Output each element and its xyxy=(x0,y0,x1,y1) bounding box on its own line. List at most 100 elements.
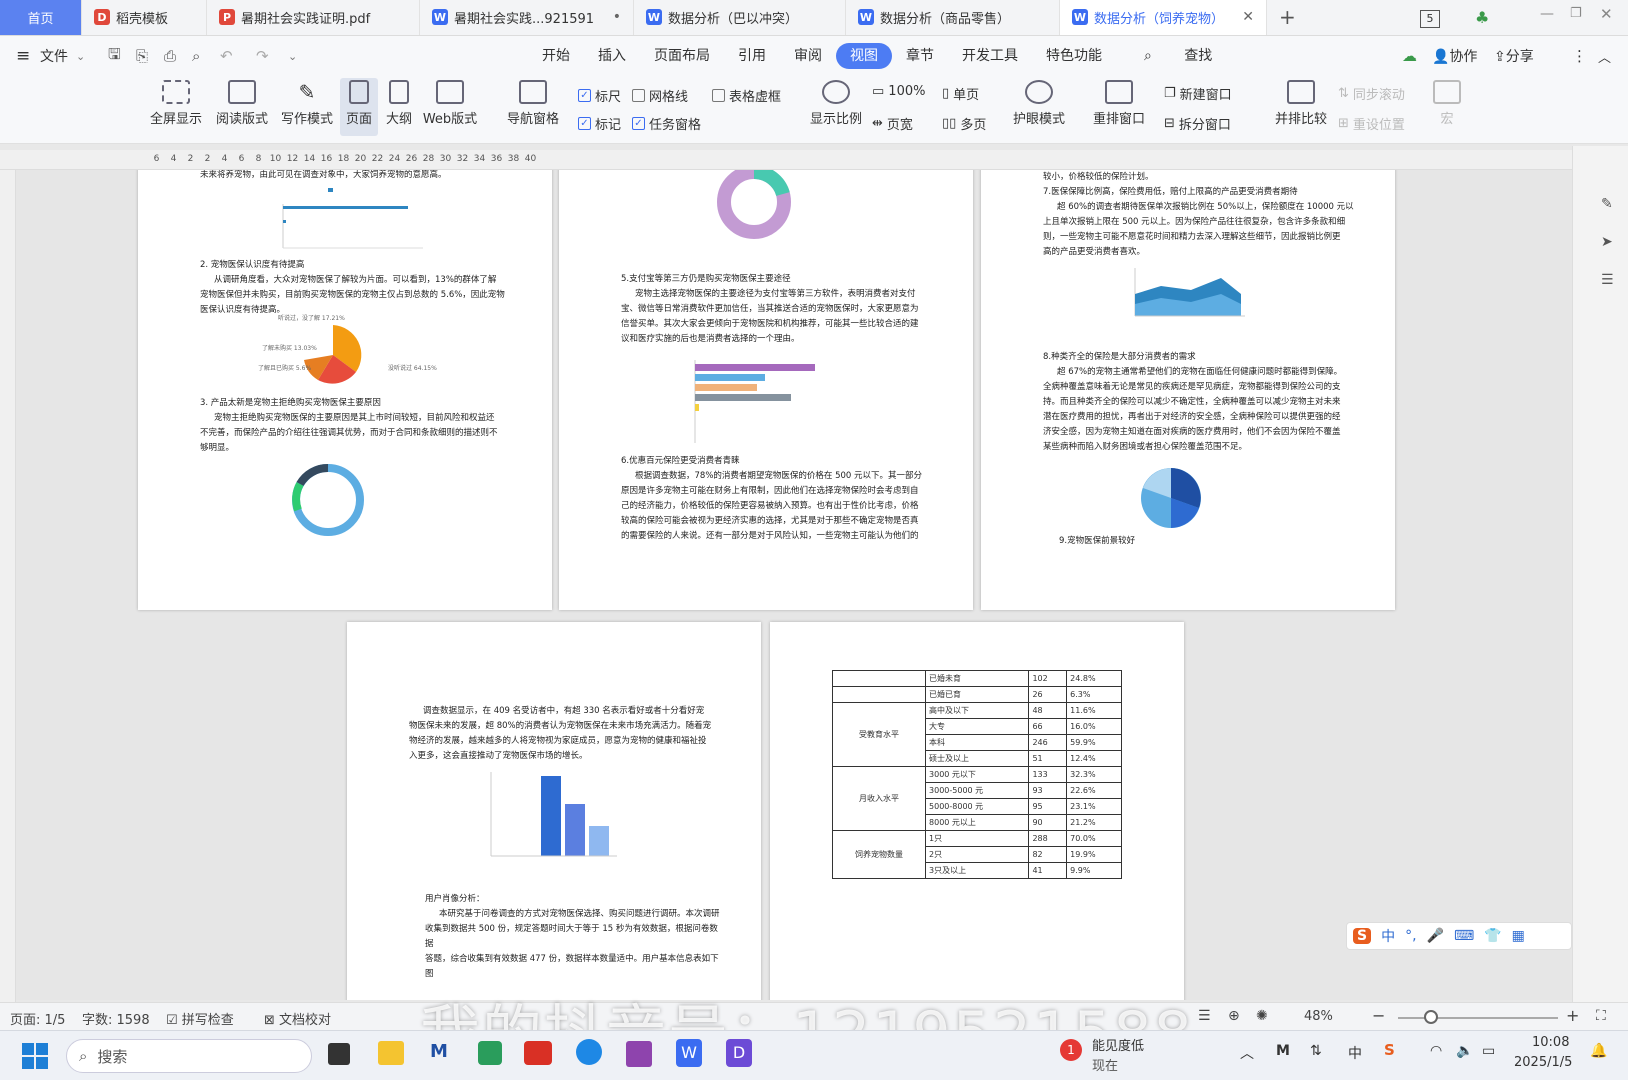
page-width-button[interactable]: ⇹ 页宽 xyxy=(872,114,913,133)
zoom-button[interactable]: 显示比例 xyxy=(806,80,866,127)
winrar-icon[interactable] xyxy=(626,1041,652,1067)
macro-button[interactable]: 宏 xyxy=(1432,80,1462,127)
page-4[interactable]: 调查数据显示，在 409 名受访者中，有超 330 名表示看好或者十分看好宠 物… xyxy=(347,622,761,1000)
tray-m-icon[interactable]: M xyxy=(1276,1043,1290,1059)
minimize-icon[interactable]: — xyxy=(1540,6,1554,22)
hamburger-icon[interactable]: ≡ xyxy=(16,46,30,66)
tab-home[interactable]: 首页 xyxy=(0,0,82,35)
spell-check-button[interactable]: ☑ 拼写检查 xyxy=(166,1009,234,1028)
share-button[interactable]: ⇪分享 xyxy=(1494,46,1534,66)
page-indicator[interactable]: 页面: 1/5 xyxy=(10,1009,65,1028)
tab-doc-practice[interactable]: W 暑期社会实践...921591 • xyxy=(420,0,634,35)
store-icon[interactable] xyxy=(478,1041,502,1065)
clock-date[interactable]: 2025/1/5 xyxy=(1514,1055,1572,1070)
print-icon[interactable]: ⎙ xyxy=(164,47,176,65)
menu-layout[interactable]: 页面布局 xyxy=(640,43,724,69)
single-page-button[interactable]: ▯ 单页 xyxy=(942,84,979,103)
reading-mode-button[interactable]: 阅读版式 xyxy=(212,80,272,127)
save-icon[interactable]: 🖫 xyxy=(108,44,121,69)
page-1[interactable]: 未来将养宠物，由此可见在调查对象中，大家饲养宠物的意愿高。 2. 宠物医保认识度… xyxy=(138,170,552,610)
file-explorer-icon[interactable] xyxy=(378,1041,404,1065)
table-grid-checkbox[interactable]: 表格虚框 xyxy=(712,86,781,105)
ime-toolbar[interactable]: S 中 °, 🎤 ⌨ 👕 ▦ xyxy=(1346,922,1572,950)
tray-sogou-icon[interactable]: S xyxy=(1384,1041,1395,1059)
clock-time[interactable]: 10:08 xyxy=(1532,1035,1569,1050)
cloud-sync-icon[interactable]: ☁ xyxy=(1402,47,1417,65)
new-tab-button[interactable]: + xyxy=(1267,0,1312,35)
restore-icon[interactable]: ❐ xyxy=(1570,6,1582,21)
gridlines-checkbox[interactable]: 网格线 xyxy=(632,86,688,105)
weather-alert-icon[interactable]: 1 xyxy=(1060,1039,1082,1061)
edge-icon[interactable] xyxy=(576,1039,602,1065)
chevron-down-icon[interactable]: ⌄ xyxy=(76,50,85,63)
volume-icon[interactable]: 🔈 xyxy=(1456,1043,1473,1059)
huawei-icon[interactable] xyxy=(524,1041,552,1065)
document-workspace[interactable]: 未来将养宠物，由此可见在调查对象中，大家饲养宠物的意愿高。 2. 宠物医保认识度… xyxy=(16,170,1572,1000)
weather-title[interactable]: 能见度低 xyxy=(1092,1035,1144,1054)
zoom-in-button[interactable]: + xyxy=(1566,1006,1579,1025)
menu-review[interactable]: 审阅 xyxy=(780,43,836,69)
task-pane-checkbox[interactable]: ✓ 任务窗格 xyxy=(632,114,701,133)
globe-icon[interactable]: ⊕ xyxy=(1228,1008,1240,1024)
menu-developer[interactable]: 开发工具 xyxy=(948,43,1032,69)
export-icon[interactable]: ⎘ xyxy=(136,47,148,65)
pen-icon[interactable]: ✎ xyxy=(1601,196,1613,212)
menu-references[interactable]: 引用 xyxy=(724,43,780,69)
tray-ime-icon[interactable]: 中 xyxy=(1348,1043,1362,1063)
zoom-slider[interactable] xyxy=(1398,1017,1558,1019)
fit-window-icon[interactable]: ⛶ xyxy=(1596,1008,1606,1024)
zoom-slider-handle[interactable] xyxy=(1424,1010,1438,1024)
chevron-up-icon[interactable]: ︿ xyxy=(1240,1043,1254,1063)
vertical-ruler[interactable] xyxy=(0,170,16,1010)
task-view-icon[interactable] xyxy=(328,1043,350,1065)
menu-home[interactable]: 开始 xyxy=(528,43,584,69)
menu-find[interactable]: ⌕ 查找 xyxy=(1116,43,1240,69)
tab-doc-retail[interactable]: W 数据分析（商品零售） xyxy=(846,0,1060,35)
menu-chapter[interactable]: 章节 xyxy=(892,43,948,69)
collapse-ribbon-icon[interactable]: ︿ xyxy=(1598,47,1611,66)
sync-scroll-button[interactable]: ⇅ 同步滚动 xyxy=(1338,84,1405,103)
page-view-button[interactable]: 页面 xyxy=(340,78,378,136)
marks-checkbox[interactable]: ✓ 标记 xyxy=(578,114,621,133)
split-window-button[interactable]: ⊟ 拆分窗口 xyxy=(1164,114,1231,133)
collab-button[interactable]: 👤协作 xyxy=(1432,46,1477,66)
eye-care-icon[interactable]: ✺ xyxy=(1256,1008,1268,1024)
redo-icon[interactable]: ↷ xyxy=(256,47,269,65)
menu-insert[interactable]: 插入 xyxy=(584,43,640,69)
tray-settings-icon[interactable]: ⇅ xyxy=(1310,1043,1322,1059)
app-m-icon[interactable]: M xyxy=(430,1041,448,1062)
tab-count-badge[interactable]: 5 xyxy=(1420,10,1440,28)
horizontal-ruler[interactable]: 6 4 2 2 4 6 8 10 12 14 16 18 20 22 24 26 28 30 32 34 36 38 40 xyxy=(0,150,1628,170)
undo-icon[interactable]: ↶ xyxy=(220,47,233,65)
battery-icon[interactable]: ▭ xyxy=(1482,1043,1495,1059)
settings-sliders-icon[interactable]: ☰ xyxy=(1601,272,1614,288)
doc-compare-button[interactable]: ⊠ 文档校对 xyxy=(264,1009,331,1028)
outline-button[interactable]: 大纲 xyxy=(382,80,416,127)
multi-page-button[interactable]: ▯▯ 多页 xyxy=(942,114,986,133)
zoom-100-button[interactable]: ▭ 100% xyxy=(872,84,925,99)
tab-doc-conflict[interactable]: W 数据分析（巴以冲突） xyxy=(634,0,846,35)
reset-position-button[interactable]: ⊞ 重设位置 xyxy=(1338,114,1405,133)
word-count[interactable]: 字数: 1598 xyxy=(82,1009,150,1028)
customize-icon[interactable]: ⌄ xyxy=(288,50,297,63)
tab-docer[interactable]: D 稻壳模板 xyxy=(82,0,207,35)
zoom-out-button[interactable]: − xyxy=(1372,1006,1385,1025)
side-by-side-button[interactable]: 并排比较 xyxy=(1270,80,1332,127)
more-icon[interactable]: ⋮ xyxy=(1572,47,1587,65)
close-window-icon[interactable]: ✕ xyxy=(1600,5,1613,23)
page-5[interactable]: 已婚未育 102 24.8% 已婚已育 26 6.3% 受教育水平 高中及以下 48 11.6% 大… xyxy=(770,622,1184,1000)
eye-care-button[interactable]: 护眼模式 xyxy=(1008,80,1070,127)
web-layout-button[interactable]: Web版式 xyxy=(420,80,480,127)
new-window-button[interactable]: ❐ 新建窗口 xyxy=(1164,84,1232,103)
fullscreen-button[interactable]: 全屏显示 xyxy=(146,80,206,127)
ruler-checkbox[interactable]: ✓ 标尺 xyxy=(578,86,621,105)
zoom-level[interactable]: 48% xyxy=(1304,1009,1333,1024)
writing-mode-button[interactable]: ✎ 写作模式 xyxy=(276,80,338,127)
windows-start-icon[interactable] xyxy=(22,1043,48,1069)
page-2[interactable]: 5.支付宝等第三方仍是购买宠物医保主要途径 宠物主选择宠物医保的主要途径为支付宝… xyxy=(559,170,973,610)
print-preview-icon[interactable]: ⌕ xyxy=(192,47,200,65)
cursor-icon[interactable]: ➤ xyxy=(1601,234,1613,250)
app-d-icon[interactable]: D xyxy=(726,1039,752,1067)
arrange-windows-button[interactable]: 重排窗口 xyxy=(1086,80,1152,127)
outline-view-icon[interactable]: ☰ xyxy=(1198,1008,1211,1024)
